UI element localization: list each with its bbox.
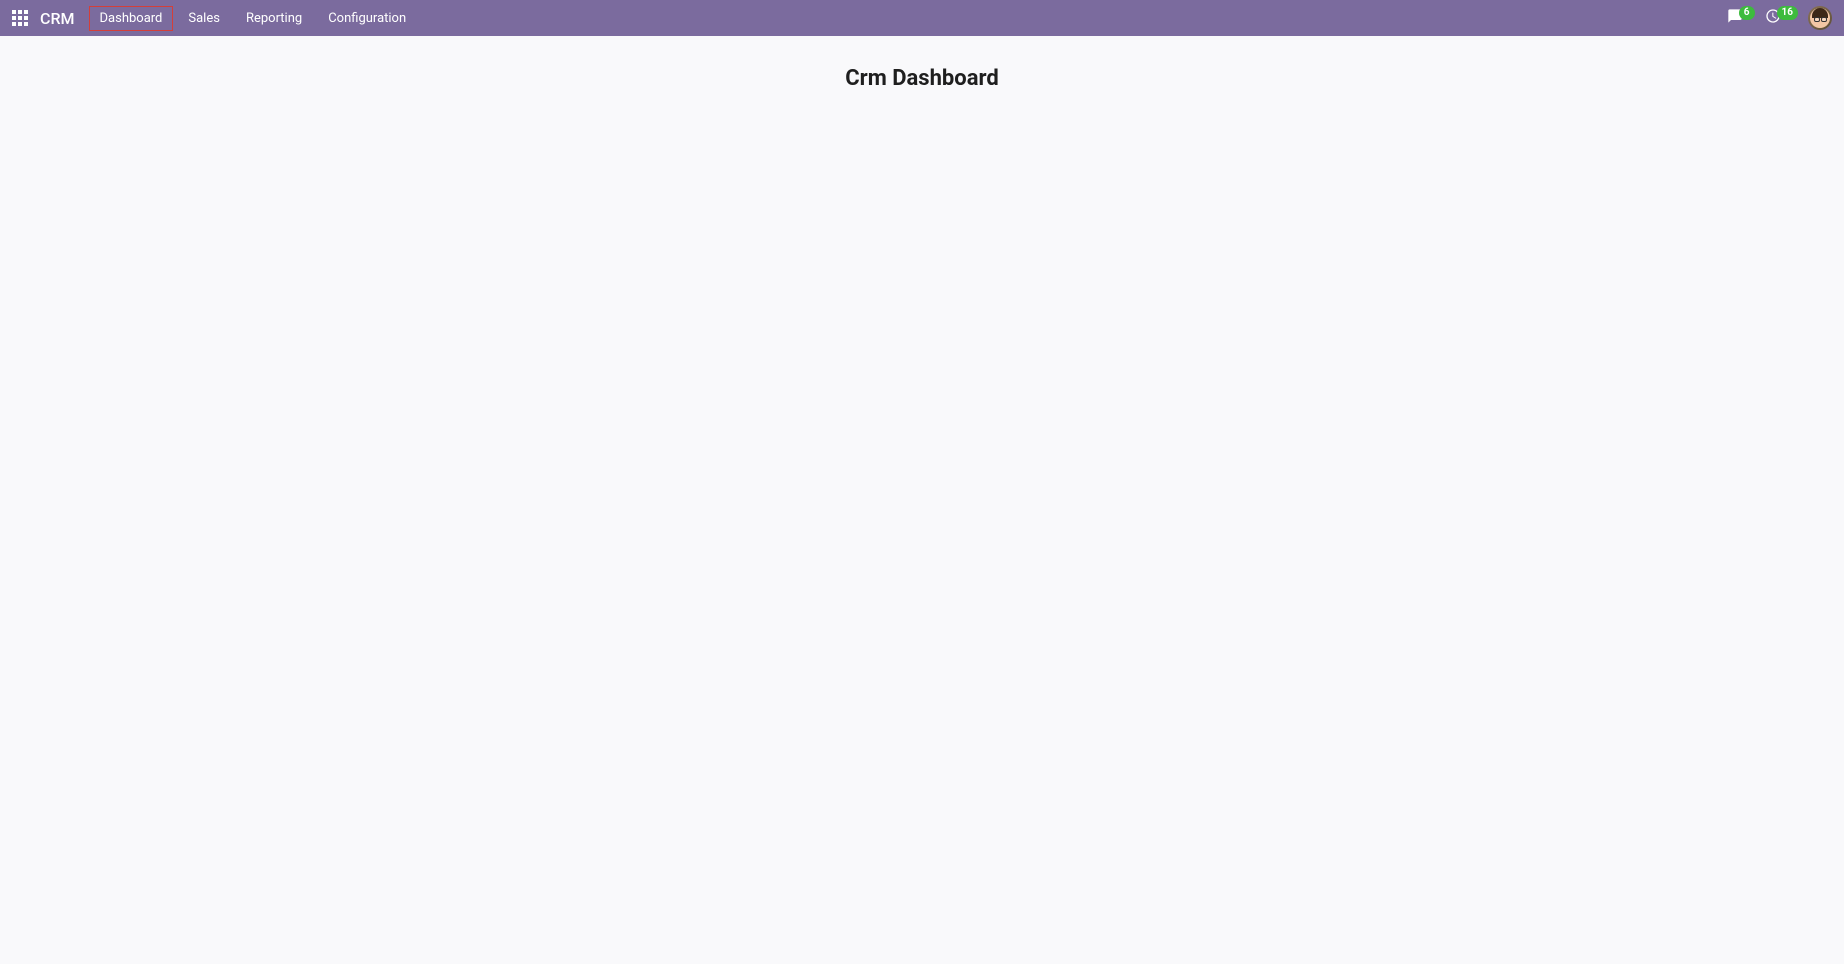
- navbar-left: CRM Dashboard Sales Reporting Configurat…: [12, 6, 417, 31]
- messages-badge: 6: [1739, 6, 1755, 20]
- messages-button[interactable]: 6: [1727, 8, 1755, 28]
- avatar-face: [1810, 8, 1830, 28]
- nav-item-reporting[interactable]: Reporting: [235, 6, 313, 31]
- app-brand[interactable]: CRM: [40, 9, 75, 28]
- nav-item-configuration[interactable]: Configuration: [317, 6, 417, 31]
- apps-icon[interactable]: [12, 10, 28, 26]
- nav-item-dashboard[interactable]: Dashboard: [89, 6, 174, 31]
- user-avatar[interactable]: [1808, 6, 1832, 30]
- page-title: Crm Dashboard: [24, 66, 1820, 91]
- activities-button[interactable]: 16: [1765, 8, 1798, 28]
- activities-badge: 16: [1777, 6, 1798, 20]
- navbar: CRM Dashboard Sales Reporting Configurat…: [0, 0, 1844, 36]
- navbar-right: 6 16: [1727, 6, 1832, 30]
- content-area: Crm Dashboard: [0, 36, 1844, 115]
- nav-item-sales[interactable]: Sales: [177, 6, 231, 31]
